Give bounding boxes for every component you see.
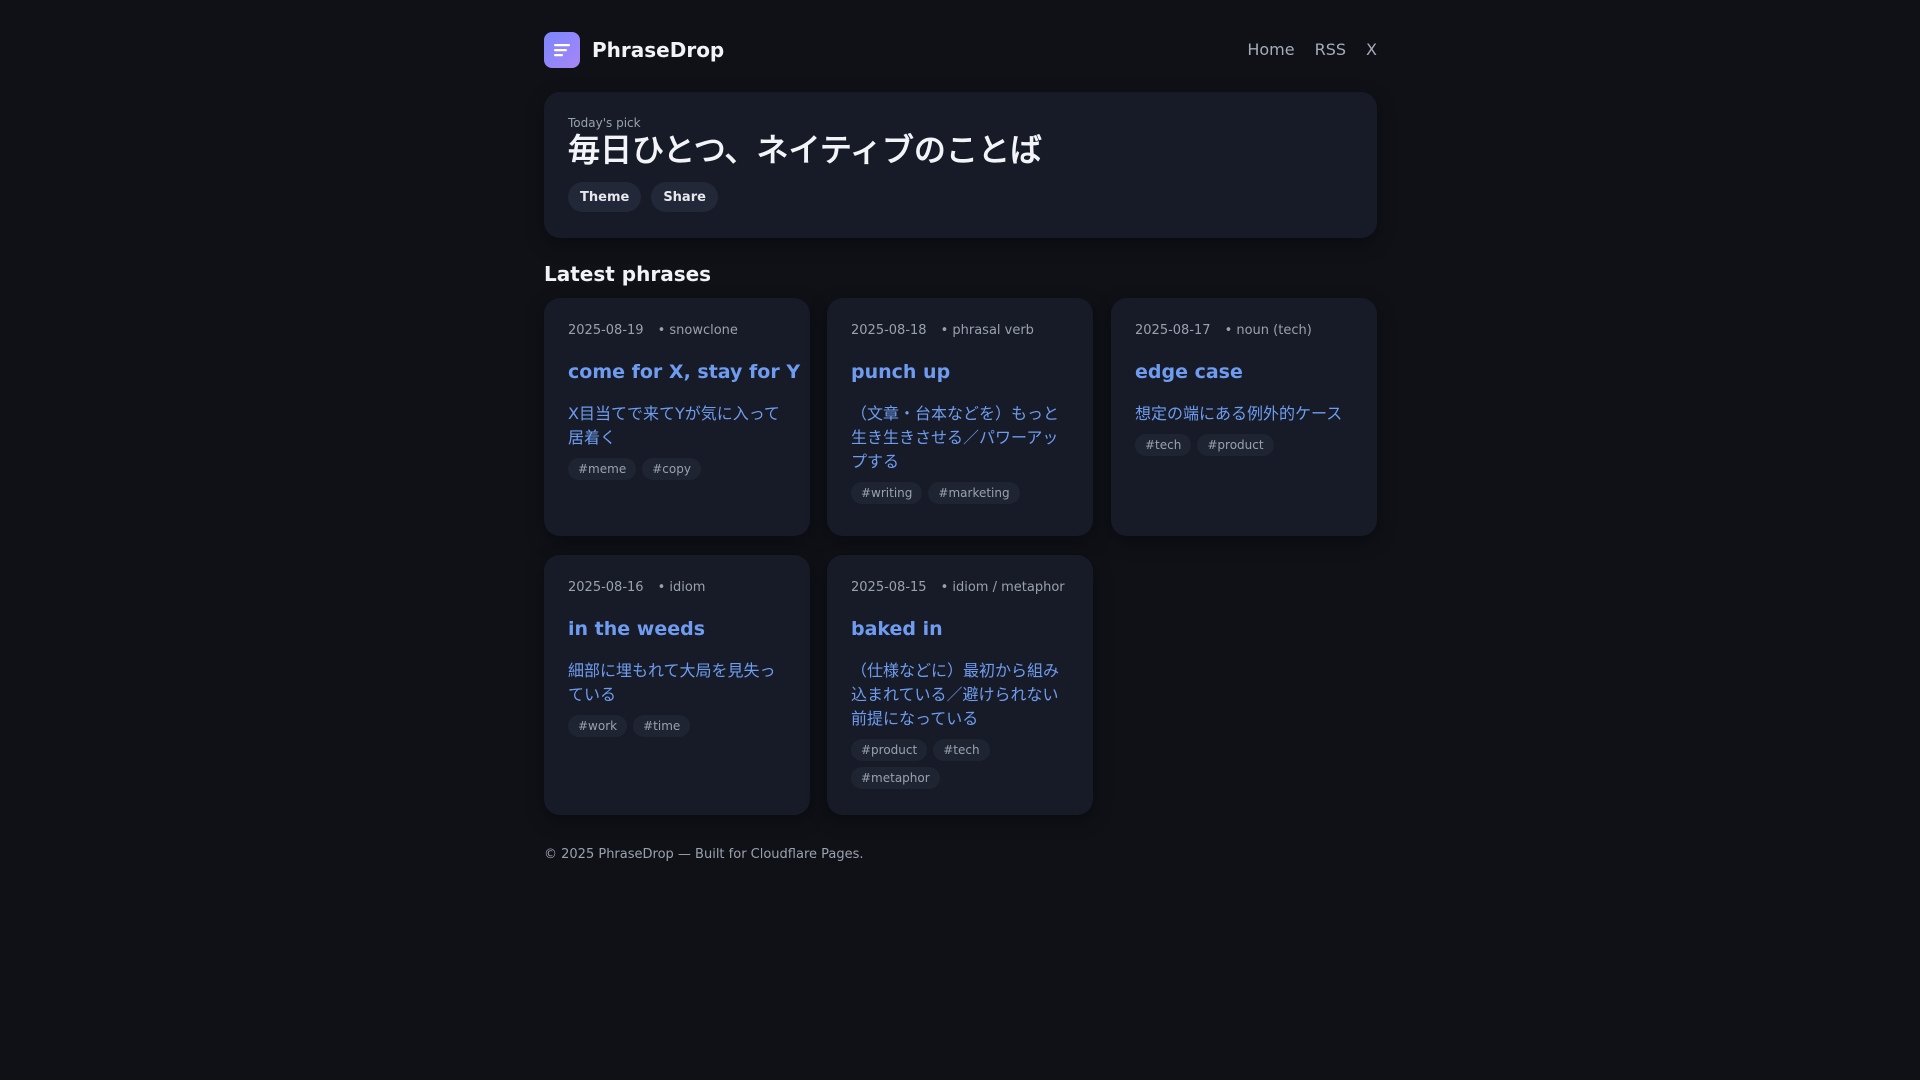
tag-chip[interactable]: #copy — [642, 458, 701, 480]
tag-chip[interactable]: #marketing — [928, 482, 1020, 504]
site-footer: © 2025 PhraseDrop — Built for Cloudflare… — [544, 847, 864, 862]
tag-chip[interactable]: #meme — [568, 458, 637, 480]
site-header: PhraseDrop Home RSS X — [544, 32, 1377, 68]
nav-rss-link[interactable]: RSS — [1315, 40, 1346, 60]
tag-chip[interactable]: #product — [851, 739, 928, 761]
hero-title: 毎日ひとつ、ネイティブのことば — [568, 131, 1042, 169]
latest-phrases-heading: Latest phrases — [544, 262, 712, 286]
card-meta: 2025-08-17 • noun (tech) — [1135, 322, 1353, 340]
card-meta: 2025-08-16 • idiom — [568, 579, 786, 597]
logo[interactable] — [544, 32, 580, 68]
card-title-link[interactable]: come for X, stay for Y — [568, 360, 800, 384]
hero-actions: Theme Share — [568, 182, 718, 212]
card-date: 2025-08-16 — [568, 580, 644, 595]
card-title-link[interactable]: edge case — [1135, 360, 1353, 384]
card-description: （文章・台本などを）もっと生き生きさせる／パワーアップする — [851, 404, 1060, 471]
card-tags: #work #time — [568, 715, 786, 737]
card-description: 細部に埋もれて大局を見失っている — [568, 661, 776, 704]
theme-button[interactable]: Theme — [568, 182, 642, 212]
tag-chip[interactable]: #writing — [851, 482, 923, 504]
phrase-card[interactable]: 2025-08-18 • phrasal verb punch up （文章・台… — [827, 298, 1093, 536]
card-type: • idiom — [657, 580, 706, 595]
card-meta: 2025-08-19 • snowclone — [568, 322, 786, 340]
card-type: • noun (tech) — [1224, 323, 1312, 338]
tag-chip[interactable]: #time — [633, 715, 691, 737]
tag-chip[interactable]: #tech — [933, 739, 990, 761]
card-meta: 2025-08-15 • idiom / metaphor — [851, 579, 1069, 597]
tag-chip[interactable]: #work — [568, 715, 628, 737]
card-description: X目当てで来てYが気に入って居着く — [568, 404, 780, 447]
brand-name[interactable]: PhraseDrop — [592, 38, 724, 62]
card-type: • phrasal verb — [940, 323, 1034, 338]
card-date: 2025-08-15 — [851, 580, 927, 595]
tag-chip[interactable]: #metaphor — [851, 767, 940, 789]
card-meta: 2025-08-18 • phrasal verb — [851, 322, 1069, 340]
nav-x-link[interactable]: X — [1366, 40, 1377, 60]
phrase-card[interactable]: 2025-08-17 • noun (tech) edge case 想定の端に… — [1111, 298, 1377, 536]
card-date: 2025-08-18 — [851, 323, 927, 338]
todays-pick-label: Today's pick — [568, 116, 641, 130]
phrase-card[interactable]: 2025-08-16 • idiom in the weeds 細部に埋もれて大… — [544, 555, 810, 815]
card-title-link[interactable]: punch up — [851, 360, 1069, 384]
card-title-link[interactable]: baked in — [851, 617, 1069, 641]
card-date: 2025-08-17 — [1135, 323, 1211, 338]
menu-lines-icon — [554, 44, 570, 57]
todays-pick-panel: Today's pick 毎日ひとつ、ネイティブのことば Theme Share — [544, 92, 1377, 238]
card-tags: #product #tech #metaphor — [851, 739, 1069, 789]
card-tags: #tech #product — [1135, 434, 1353, 456]
card-tags: #writing #marketing — [851, 482, 1069, 504]
phrase-card[interactable]: 2025-08-15 • idiom / metaphor baked in （… — [827, 555, 1093, 815]
card-description: 想定の端にある例外的ケース — [1135, 404, 1343, 423]
card-title-link[interactable]: in the weeds — [568, 617, 786, 641]
top-nav: Home RSS X — [1247, 40, 1377, 60]
share-button[interactable]: Share — [651, 182, 718, 212]
card-type: • idiom / metaphor — [940, 580, 1065, 595]
card-description: （仕様などに）最初から組み込まれている／避けられない前提になっている — [851, 661, 1060, 728]
nav-home-link[interactable]: Home — [1247, 40, 1294, 60]
card-date: 2025-08-19 — [568, 323, 644, 338]
tag-chip[interactable]: #product — [1197, 434, 1274, 456]
tag-chip[interactable]: #tech — [1135, 434, 1192, 456]
card-type: • snowclone — [657, 323, 738, 338]
card-tags: #meme #copy — [568, 458, 786, 480]
phrase-card[interactable]: 2025-08-19 • snowclone come for X, stay … — [544, 298, 810, 536]
